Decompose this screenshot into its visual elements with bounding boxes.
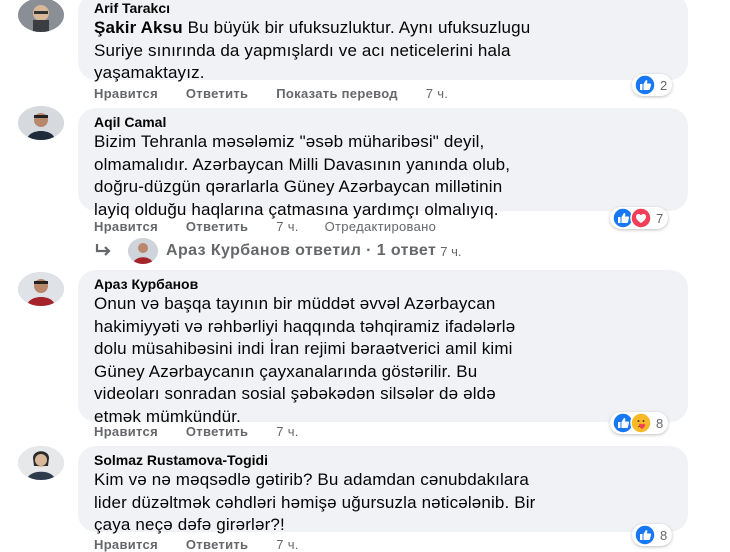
- edited-label: Отредактировано: [324, 219, 437, 234]
- timestamp[interactable]: 7 ч.: [276, 219, 298, 234]
- comment-actions: Нравится Ответить 7 ч. Отредактировано: [94, 219, 460, 234]
- avatar[interactable]: [18, 446, 64, 480]
- reply-arrow-icon: [95, 244, 111, 256]
- translate-link[interactable]: Показать перевод: [276, 86, 398, 101]
- reply-link[interactable]: Ответить: [186, 219, 248, 234]
- comment-text: Şakir Aksu Bu büyük bir ufuksuzluktur. A…: [94, 17, 674, 85]
- like-icon: [634, 74, 656, 96]
- reply-link[interactable]: Ответить: [186, 424, 248, 439]
- avatar[interactable]: [18, 0, 64, 32]
- timestamp[interactable]: 7 ч.: [276, 424, 298, 439]
- comment-body: Onun və başqa tayının bir müddət əvvəl A…: [94, 294, 516, 426]
- reply-timestamp: 7 ч.: [440, 243, 462, 259]
- like-link[interactable]: Нравится: [94, 86, 158, 101]
- comment-bubble: Arif Tarakcı Şakir Aksu Bu büyük bir ufu…: [78, 0, 688, 82]
- avatar[interactable]: [18, 272, 64, 306]
- comment-bubble: Aqil Camal Bizim Tehranla məsələmiz "əsə…: [78, 108, 688, 219]
- comment-actions: Нравится Ответить 7 ч.: [94, 424, 321, 439]
- comment-bubble: Solmaz Rustamova-Togidi Kim və nə məqsəd…: [78, 446, 688, 534]
- avatar[interactable]: [18, 106, 64, 140]
- reply-link[interactable]: Ответить: [186, 86, 248, 101]
- reactions-badge[interactable]: 2: [632, 74, 673, 96]
- replies-summary[interactable]: Араз Курбанов ответил · 1 ответ: [166, 242, 436, 260]
- reaction-count: 8: [656, 415, 664, 431]
- mention-tag[interactable]: Şakir Aksu: [94, 18, 183, 37]
- comment-bubble: Араз Курбанов Onun və başqa tayının bir …: [78, 270, 688, 426]
- like-link[interactable]: Нравится: [94, 424, 158, 439]
- love-icon: [630, 207, 652, 229]
- comment-author[interactable]: Aqil Camal: [94, 113, 674, 131]
- reaction-count: 8: [660, 527, 668, 543]
- reaction-count: 2: [660, 77, 668, 93]
- care-icon: [630, 412, 652, 434]
- comment-author[interactable]: Solmaz Rustamova-Togidi: [94, 451, 674, 469]
- reactions-badge[interactable]: 8: [610, 412, 669, 434]
- comment-body: Bizim Tehranla məsələmiz "əsəb müharibəs…: [94, 132, 511, 219]
- comment-author[interactable]: Arif Tarakcı: [94, 0, 674, 17]
- comment-body: Kim və nə məqsədlə gətirib? Bu adamdan c…: [94, 470, 536, 534]
- like-link[interactable]: Нравится: [94, 219, 158, 234]
- view-replies-link[interactable]: Араз Курбанов ответил · 1 ответ 7 ч.: [94, 238, 461, 264]
- comment-author[interactable]: Араз Курбанов: [94, 275, 674, 293]
- reactions-badge[interactable]: 8: [632, 524, 673, 546]
- reaction-count: 7: [656, 210, 664, 226]
- reactions-badge[interactable]: 7: [610, 207, 669, 229]
- like-icon: [634, 524, 656, 546]
- comment-actions: Нравится Ответить Показать перевод 7 ч.: [94, 86, 470, 101]
- avatar: [128, 238, 158, 264]
- timestamp[interactable]: 7 ч.: [426, 86, 448, 101]
